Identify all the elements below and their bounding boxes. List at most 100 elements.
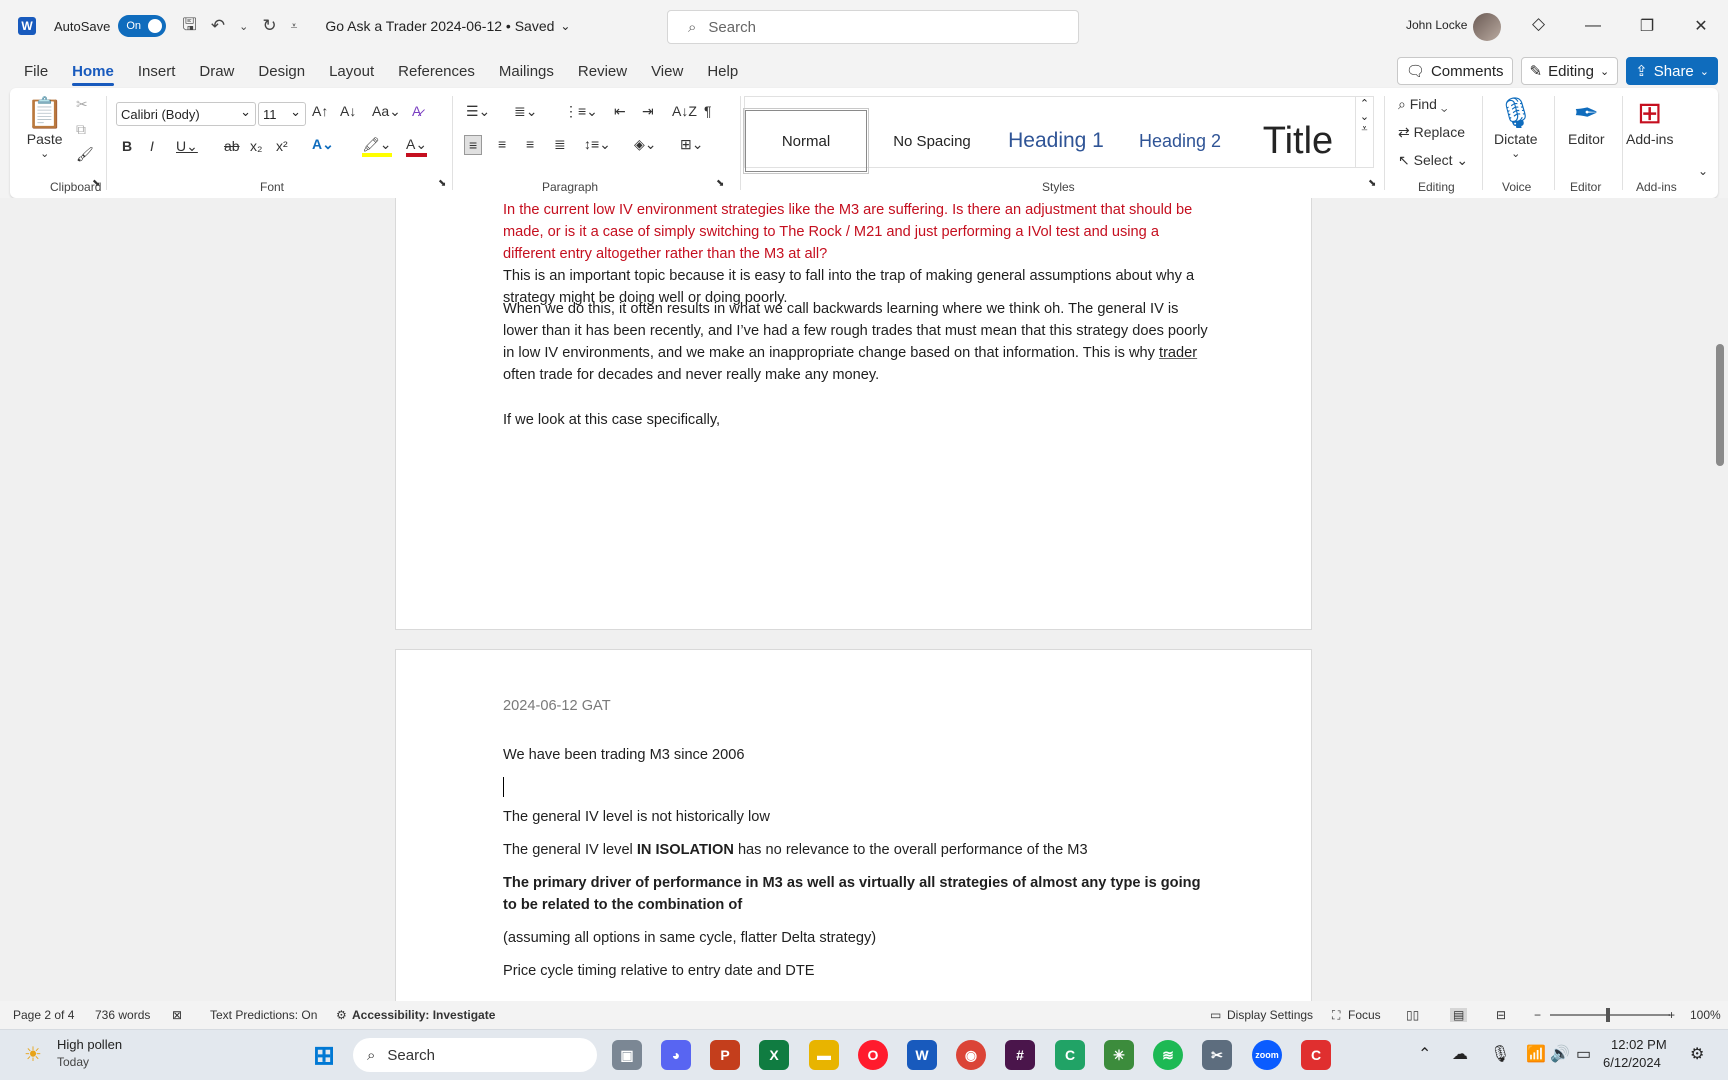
dialog-launcher-icon[interactable]: ⬊ [1368,178,1376,189]
share-button[interactable]: ⇪ Share ⌄ [1626,57,1718,85]
style-title[interactable]: Title [1243,110,1353,172]
superscript-icon[interactable]: x² [276,138,288,154]
dictate-button[interactable]: 🎙 Dictate ⌄ [1494,96,1538,160]
subscript-icon[interactable]: x₂ [250,138,262,154]
zoom-in-icon[interactable]: + [1668,1008,1675,1022]
minimize-icon[interactable]: — [1566,0,1620,52]
spotify-icon[interactable]: ≋ [1153,1040,1183,1070]
close-icon[interactable]: ✕ [1674,0,1728,52]
scrollbar-thumb[interactable] [1716,344,1724,466]
font-color-icon[interactable]: A⌄ [406,136,428,157]
word-icon[interactable]: W [907,1040,937,1070]
customize-qat-icon[interactable]: ⩡ [291,19,298,34]
style-no-spacing[interactable]: No Spacing [871,110,993,172]
camtasia-icon[interactable]: C [1055,1040,1085,1070]
dialog-launcher-icon[interactable]: ⬊ [716,178,724,189]
style-heading-2[interactable]: Heading 2 [1119,110,1241,172]
dialog-launcher-icon[interactable]: ⬊ [438,178,446,189]
page-1[interactable]: In the current low IV environment strate… [395,198,1312,630]
increase-indent-icon[interactable]: ⇥ [642,103,654,120]
numbering-icon[interactable]: ≣⌄ [514,103,537,120]
paste-button[interactable]: 📋 Paste ⌄ [26,96,63,160]
tab-draw[interactable]: Draw [187,54,246,88]
read-mode-icon[interactable]: ▯▯ [1406,1008,1419,1022]
tab-help[interactable]: Help [695,54,750,88]
chevron-down-icon[interactable]: ⌄ [560,19,570,33]
microphone-icon[interactable]: 🎙 [1490,1044,1510,1064]
chevron-up-icon[interactable]: ⌃ [1356,97,1373,110]
battery-icon[interactable]: ▭ [1576,1044,1591,1064]
shading-icon[interactable]: ◈⌄ [634,136,657,153]
comments-button[interactable]: 🗨 Comments [1396,57,1513,85]
chevron-down-icon[interactable]: ⌄ [1356,110,1373,123]
user-name[interactable]: John Locke [1406,18,1467,32]
onedrive-icon[interactable]: ☁ [1452,1044,1468,1064]
word-count[interactable]: 736 words [95,1008,150,1022]
notification-icon[interactable]: ⚙ [1690,1044,1704,1064]
text-effects-icon[interactable]: A⌄ [312,136,334,153]
format-painter-icon[interactable]: 🖌 [76,146,94,163]
tab-file[interactable]: File [12,54,60,88]
tab-home[interactable]: Home [60,54,126,88]
restore-icon[interactable]: ❐ [1620,0,1674,52]
copy-icon[interactable]: ⧉ [76,121,86,138]
print-layout-icon[interactable]: ▤ [1450,1008,1468,1022]
font-name-select[interactable]: Calibri (Body) [116,102,256,126]
underline-icon[interactable]: U⌄ [176,138,198,155]
document-canvas[interactable]: In the current low IV environment strate… [0,198,1712,1001]
clock-time[interactable]: 12:02 PM [1611,1037,1667,1052]
discord-icon[interactable]: ◕ [661,1040,691,1070]
line-spacing-icon[interactable]: ↕≡⌄ [584,136,611,153]
slack-icon[interactable]: # [1005,1040,1035,1070]
style-normal[interactable]: Normal [743,108,869,174]
avatar[interactable] [1473,13,1501,41]
styles-scroll[interactable]: ⌃ ⌄ ⩡ [1355,97,1373,167]
decrease-indent-icon[interactable]: ⇤ [614,103,626,120]
zoom-level[interactable]: 100% [1690,1008,1721,1022]
style-heading-1[interactable]: Heading 1 [995,110,1117,172]
document-title[interactable]: Go Ask a Trader 2024-06-12 • Saved [325,18,554,34]
cut-icon[interactable]: ✂ [76,96,88,113]
chevron-up-icon[interactable]: ⌃ [1418,1044,1431,1064]
tab-mailings[interactable]: Mailings [487,54,566,88]
premium-diamond-icon[interactable]: ◇ [1532,14,1545,34]
bold-icon[interactable]: B [122,138,132,154]
taskbar-search[interactable]: ⌕ Search [353,1038,597,1072]
page-2[interactable]: 2024-06-12 GAT We have been trading M3 s… [395,649,1312,1001]
align-left-icon[interactable]: ≡ [464,135,483,155]
strikethrough-icon[interactable]: ab [224,138,240,154]
zoom-out-icon[interactable]: − [1534,1008,1541,1022]
editor-button[interactable]: ✒ Editor [1568,96,1605,147]
pilcrow-icon[interactable]: ¶ [704,103,712,119]
focus-mode[interactable]: Focus [1348,1008,1381,1022]
change-case-icon[interactable]: Aa⌄ [372,103,401,120]
autosave-toggle[interactable]: On [118,15,167,37]
chevron-down-icon[interactable]: ⌄ [239,20,248,33]
multilevel-list-icon[interactable]: ⋮≡⌄ [564,103,598,120]
powerpoint-icon[interactable]: P [710,1040,740,1070]
clock-date[interactable]: 6/12/2024 [1603,1055,1661,1070]
collapse-ribbon-icon[interactable]: ⌄ [1698,164,1708,178]
zoom-app-icon[interactable]: zoom [1252,1040,1282,1070]
tab-view[interactable]: View [639,54,695,88]
select-button[interactable]: ↖ Select ⌄ [1398,152,1468,169]
dialog-launcher-icon[interactable]: ⬊ [92,178,100,189]
wifi-icon[interactable]: 📶 [1526,1044,1546,1064]
sort-icon[interactable]: A↓Z [672,103,697,119]
proofing-icon[interactable]: ⊠ [172,1008,182,1022]
find-button[interactable]: ⌕ Find ⌄ [1398,96,1447,113]
editing-mode-button[interactable]: ✎ Editing ⌄ [1520,57,1619,85]
align-center-icon[interactable]: ≡ [498,136,506,152]
highlight-icon[interactable]: 🖍⌄ [362,136,392,157]
clear-formatting-icon[interactable]: A̷ [412,103,421,119]
accessibility-status[interactable]: Accessibility: Investigate [352,1008,495,1022]
shrink-font-icon[interactable]: A↓ [340,103,356,119]
zoom-slider[interactable] [1550,1008,1670,1022]
volume-icon[interactable]: 🔊 [1550,1044,1570,1064]
bullets-icon[interactable]: ☰⌄ [466,103,490,120]
excel-icon[interactable]: X [759,1040,789,1070]
weather-title[interactable]: High pollen [57,1037,122,1052]
opera-icon[interactable]: O [858,1040,888,1070]
tab-design[interactable]: Design [246,54,317,88]
font-size-select[interactable]: 11 [258,102,306,126]
